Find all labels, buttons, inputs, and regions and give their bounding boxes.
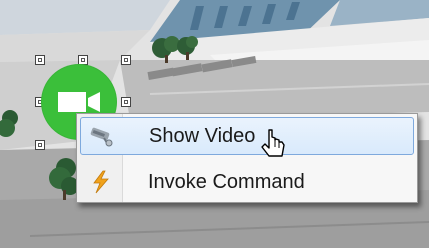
selection-handle-bottom-left[interactable]: [35, 140, 45, 150]
menu-item-show-video[interactable]: Show Video: [80, 117, 414, 155]
selection-handle-top-left[interactable]: [35, 55, 45, 65]
security-camera-icon: [81, 121, 123, 151]
menu-item-invoke-command[interactable]: Invoke Command: [80, 163, 414, 201]
selection-handle-middle-right[interactable]: [121, 97, 131, 107]
menu-item-label: Invoke Command: [148, 170, 305, 193]
menu-item-label: Show Video: [149, 124, 256, 147]
lightning-bolt-icon: [80, 167, 122, 197]
context-menu: Show Video Invoke Command: [76, 113, 418, 203]
selection-handle-top-right[interactable]: [121, 55, 131, 65]
mouse-pointer-icon: [260, 128, 290, 169]
